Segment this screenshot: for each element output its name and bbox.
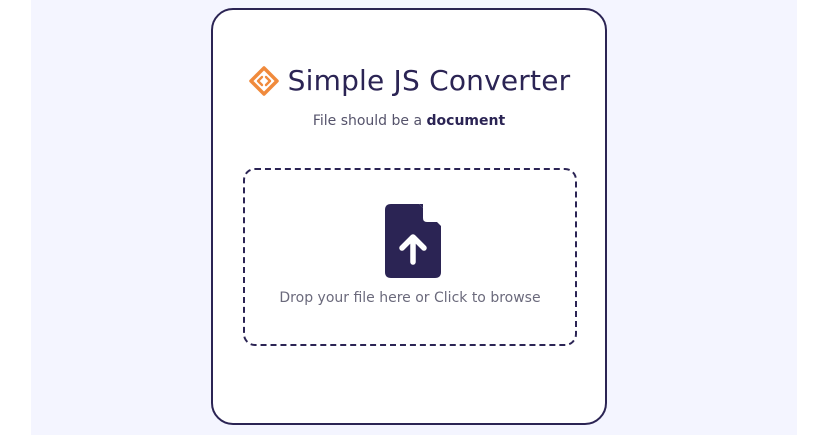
dropzone-text: Drop your file here or Click to browse [279,290,541,306]
file-type-hint-prefix: File should be a [312,113,423,129]
converter-card: Simple JS Converter File should be a doc… [211,8,607,425]
file-type-hint-emphasis: document [426,113,506,129]
title-row: Simple JS Converter [213,64,605,97]
file-dropzone[interactable]: Drop your file here or Click to browse [243,168,577,346]
file-upload-icon [385,204,441,278]
app-title: Simple JS Converter [287,64,571,97]
file-type-hint: File should be a document [213,113,605,129]
code-diamond-icon [248,65,280,97]
